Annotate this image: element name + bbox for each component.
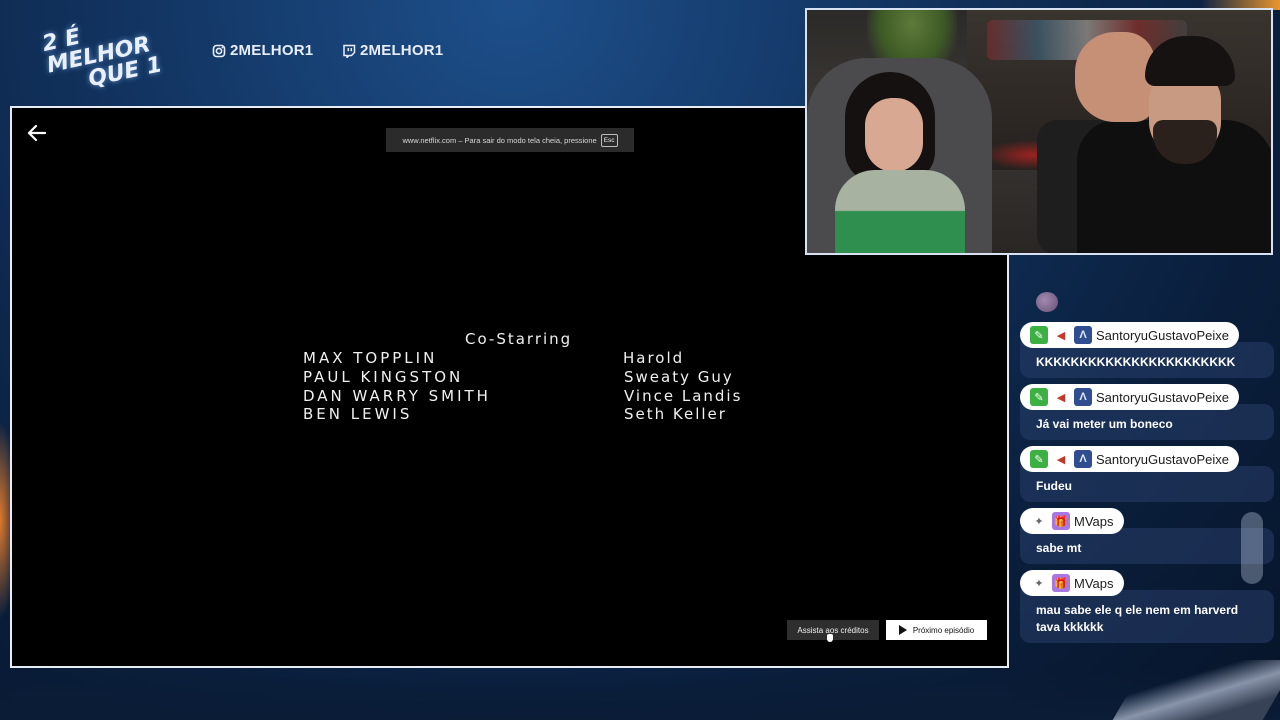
credit-actor: BEN LEWIS [303,405,413,423]
hat-badge-icon: ◀ [1056,453,1066,466]
chat-emote-icon [1036,292,1058,312]
next-episode-button[interactable]: Próximo episódio [886,620,987,640]
pencil-badge-icon: ✎ [1030,326,1048,344]
credit-role: Sweaty Guy [624,368,734,386]
arch-badge-icon: Λ [1074,326,1092,344]
credit-role: Harold [623,349,685,367]
arch-badge-icon: Λ [1074,450,1092,468]
pencil-badge-icon: ✎ [1030,388,1048,406]
mvp-badge-icon: ✦ [1034,577,1044,590]
credit-role: Vince Landis [624,387,743,405]
chat-username: SantoryuGustavoPeixe [1096,451,1229,467]
credit-actor: DAN WARRY SMITH [303,387,491,405]
chat-text: mau sabe ele q ele nem em harverd tava k… [1020,590,1274,643]
pencil-badge-icon: ✎ [1030,450,1048,468]
next-episode-label: Próximo episódio [912,625,975,635]
chat-username-pill: ✎ ◀ Λ SantoryuGustavoPeixe [1020,446,1239,472]
hat-badge-icon: ◀ [1056,329,1066,342]
credits-section-title: Co-Starring [465,330,573,348]
channel-logo: 2 É MELHOR QUE 1 [40,5,184,101]
chat-message: ✦ 🎁 MVaps mau sabe ele q ele nem em harv… [1020,570,1274,643]
chat-username-pill: ✎ ◀ Λ SantoryuGustavoPeixe [1020,322,1239,348]
play-icon [898,625,907,635]
chat-username: SantoryuGustavoPeixe [1096,327,1229,343]
chat-username: SantoryuGustavoPeixe [1096,389,1229,405]
background-sword-art [1112,660,1280,720]
hat-badge-icon: ◀ [1056,391,1066,404]
twitch-handle: 2MELHOR1 [342,42,443,59]
chat-message: ✎ ◀ Λ SantoryuGustavoPeixe Fudeu [1020,446,1274,502]
webcam-person-left-body [835,170,965,253]
webcam-person-right-arm [1075,32,1155,122]
watch-credits-button[interactable]: Assista aos créditos [787,620,879,640]
background-bottom-shade [0,668,1280,720]
chat-scroll-thumb[interactable] [1241,512,1263,584]
twitch-icon [342,44,356,58]
instagram-handle-text: 2MELHOR1 [230,42,314,59]
twitch-handle-text: 2MELHOR1 [360,42,444,59]
gift-badge-icon: 🎁 [1052,512,1070,530]
chat-overlay: ✎ ◀ Λ SantoryuGustavoPeixe KKKKKKKKKKKKK… [1020,322,1274,649]
chat-message: ✎ ◀ Λ SantoryuGustavoPeixe Já vai meter … [1020,384,1274,440]
arch-badge-icon: Λ [1074,388,1092,406]
credit-role: Seth Keller [624,405,727,423]
mouse-cursor [827,634,833,642]
webcam-person-left-face [865,98,923,172]
chat-username-pill: ✦ 🎁 MVaps [1020,570,1124,596]
chat-message: ✎ ◀ Λ SantoryuGustavoPeixe KKKKKKKKKKKKK… [1020,322,1274,378]
gift-badge-icon: 🎁 [1052,574,1070,592]
chat-username: MVaps [1074,513,1114,529]
instagram-handle: 2MELHOR1 [212,42,313,59]
instagram-icon [212,44,226,58]
webcam-feed [805,8,1273,255]
credit-actor: MAX TOPPLIN [303,349,438,367]
chat-username-pill: ✦ 🎁 MVaps [1020,508,1124,534]
mvp-badge-icon: ✦ [1034,515,1044,528]
credit-actor: PAUL KINGSTON [303,368,464,386]
chat-username: MVaps [1074,575,1114,591]
chat-message: ✦ 🎁 MVaps sabe mt [1020,508,1274,564]
chat-username-pill: ✎ ◀ Λ SantoryuGustavoPeixe [1020,384,1239,410]
